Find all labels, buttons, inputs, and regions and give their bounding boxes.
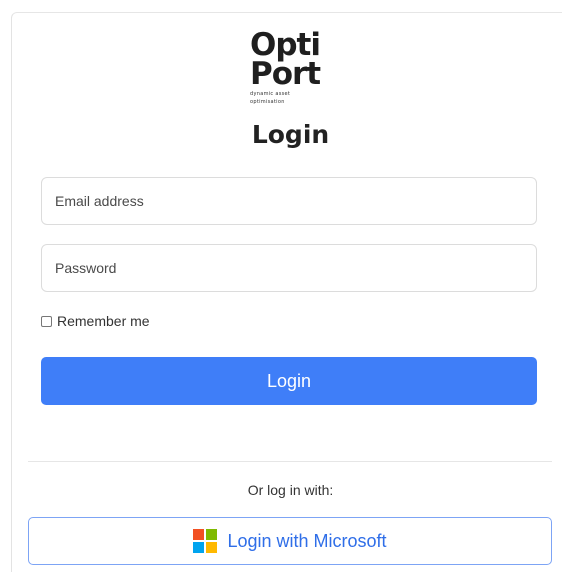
microsoft-logo-icon bbox=[193, 529, 218, 553]
logo-tagline-2: optimisation bbox=[250, 99, 285, 105]
remember-me-label: Remember me bbox=[57, 313, 150, 329]
password-field[interactable] bbox=[41, 244, 537, 292]
alt-login-text: Or log in with: bbox=[247, 482, 334, 498]
remember-me-checkbox[interactable] bbox=[41, 315, 52, 327]
microsoft-login-label: Login with Microsoft bbox=[227, 530, 387, 551]
page-title: Login bbox=[251, 120, 330, 149]
login-button[interactable]: Login bbox=[41, 357, 537, 405]
divider bbox=[28, 461, 552, 462]
microsoft-login-button[interactable]: Login with Microsoft bbox=[28, 517, 552, 565]
email-field[interactable] bbox=[41, 177, 537, 225]
remember-me[interactable]: Remember me bbox=[41, 313, 150, 329]
logo-text-port: Port bbox=[250, 56, 321, 92]
optiport-logo: Opti Port dynamic asset optimisation bbox=[250, 30, 330, 106]
